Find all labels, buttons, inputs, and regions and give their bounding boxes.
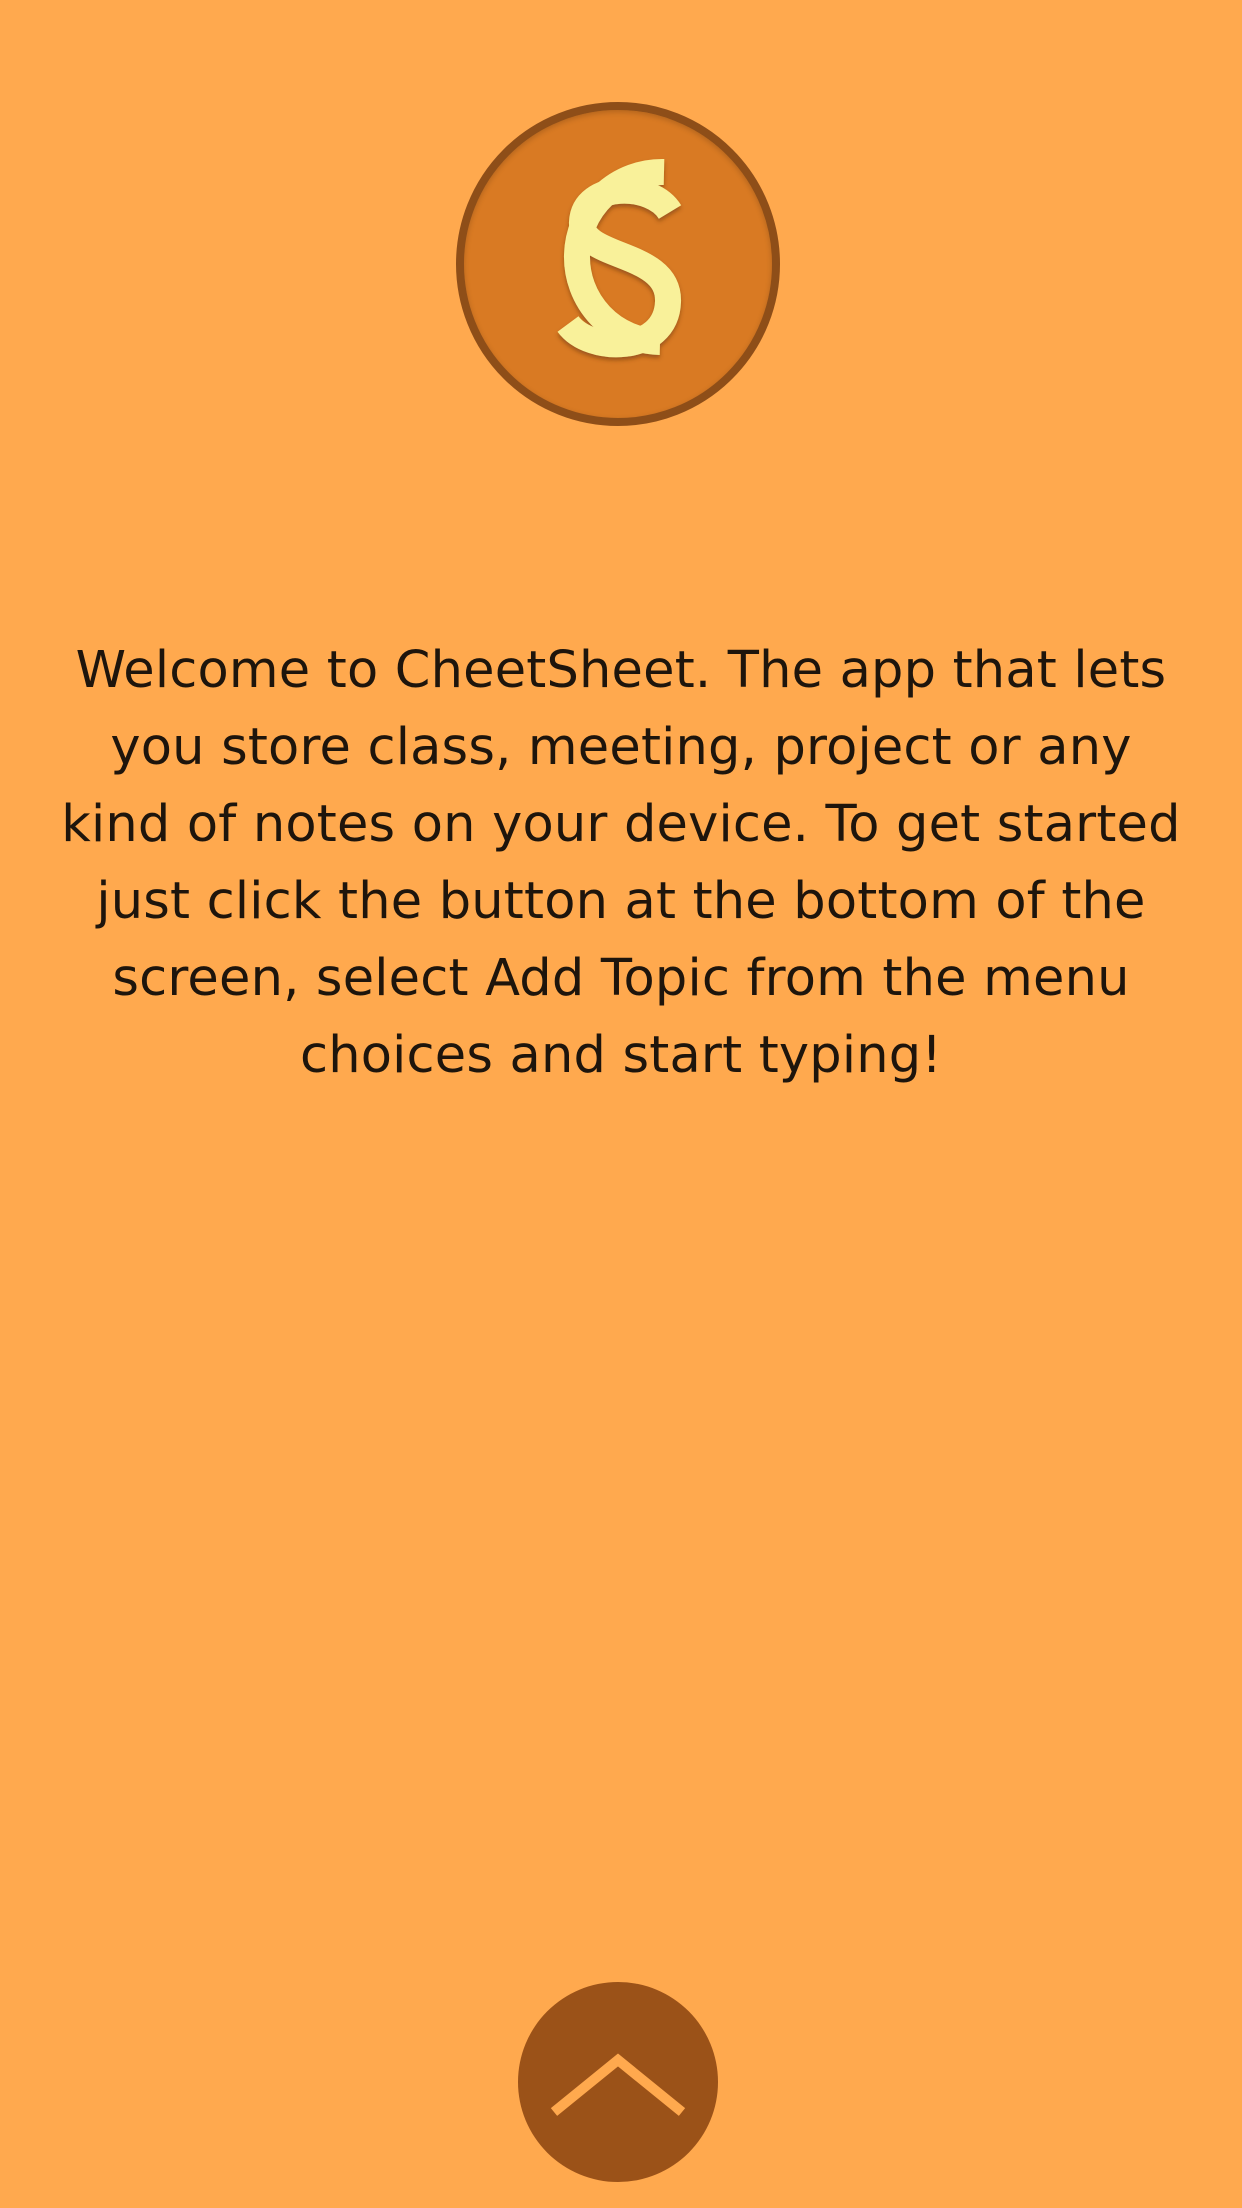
welcome-screen: Welcome to CheetSheet. The app that lets… (0, 0, 1242, 2208)
welcome-message: Welcome to CheetSheet. The app that lets… (61, 641, 1181, 1085)
cs-logo-icon (557, 158, 682, 358)
menu-toggle-button[interactable] (518, 1982, 718, 2182)
app-logo (456, 102, 780, 426)
chevron-up-icon (550, 2053, 686, 2116)
